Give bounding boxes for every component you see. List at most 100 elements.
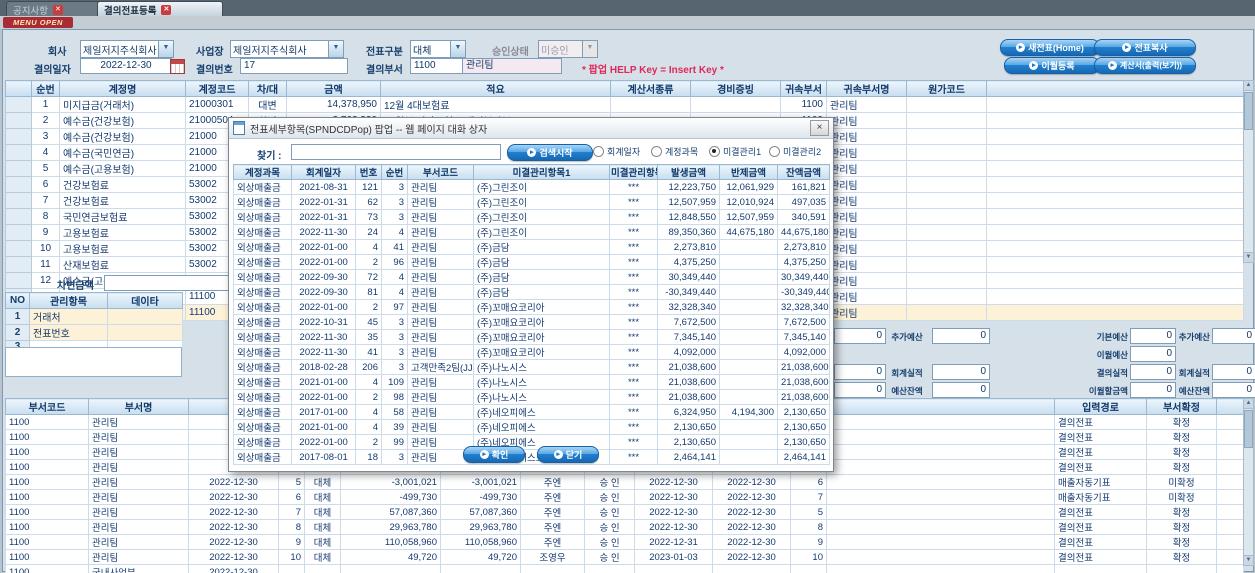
table-row[interactable]: 외상매출금 2021-08-31 121 3 관리팀 (주)그린조이 *** 12,223,7… <box>233 179 830 195</box>
site-select[interactable]: 제일저지주식회사 ▼ <box>230 40 344 58</box>
budget-field[interactable]: 0 <box>1130 328 1176 344</box>
table-row[interactable]: 1100 관리팀 2022-12-30 8 대체 29,963,780 29,963,780… <box>5 519 1244 535</box>
table-row[interactable]: 1100 관리팀 2022-12-30 10 대체 49,720 49,720 조영우 승 인2… <box>5 549 1244 565</box>
cell: 5 <box>31 160 60 177</box>
budget-field[interactable]: 0 <box>1212 382 1255 398</box>
bottom-grid-scrollbar[interactable]: ▲ ▼ <box>1243 398 1254 566</box>
cell: 2022-12-30 <box>712 534 791 550</box>
budget-field[interactable]: 0 <box>1212 328 1255 344</box>
cell <box>5 176 32 193</box>
date-input[interactable]: 2022-12-30 <box>80 58 172 74</box>
close-icon[interactable]: × <box>810 120 829 136</box>
radio-circle-icon[interactable] <box>593 146 604 157</box>
slip-type-select[interactable]: 대체 ▼ <box>410 40 466 58</box>
radio-pending-mgmt-1[interactable]: 미결관리1 <box>709 145 761 158</box>
carryover-register-button[interactable]: 이월등록 <box>1004 57 1100 74</box>
ok-button[interactable]: 확인 <box>463 446 525 463</box>
scrollbar-thumb[interactable] <box>1244 410 1253 448</box>
cell: 전표번호 <box>29 324 108 341</box>
tab-close-icon[interactable]: ✕ <box>161 4 172 15</box>
table-row[interactable]: 2 전표번호 <box>5 324 183 341</box>
table-row[interactable]: 1100 관리팀 2022-12-30 9 대체 110,058,960 110,058,9… <box>5 534 1244 550</box>
radio-pending-mgmt-2[interactable]: 미결관리2 <box>769 145 821 158</box>
table-row[interactable]: 1 미지급금(거래처) 21000301 대변 14,378,950 12월 4대보험료 1… <box>5 96 1244 113</box>
cell: 2022-12-30 <box>188 534 279 550</box>
budget-field[interactable]: 0 <box>834 364 886 380</box>
table-row[interactable]: 1100 관리팀 2022-12-30 5 대체 -3,001,021 -3,001,021… <box>5 474 1244 490</box>
budget-field[interactable]: 0 <box>932 382 990 398</box>
table-row[interactable]: 외상매출금 2021-01-00 4 39 관리팀 (주)네오피에스 *** 2,130,65… <box>233 419 830 435</box>
scroll-down-icon[interactable]: ▼ <box>1244 252 1253 262</box>
table-row[interactable]: 1100 관리팀 2022-12-30 6 대체 -499,730 -499,730 주엔 승 … <box>5 489 1244 505</box>
table-row[interactable]: 외상매출금 2017-01-00 4 58 관리팀 (주)네오피에스 *** 6,324,95… <box>233 404 830 420</box>
chevron-down-icon[interactable]: ▼ <box>328 41 343 57</box>
chevron-down-icon[interactable]: ▼ <box>158 41 173 57</box>
scroll-up-icon[interactable]: ▲ <box>1244 399 1253 409</box>
table-row[interactable]: 외상매출금 2022-01-00 4 41 관리팀 (주)금담 *** 2,273,810 2,… <box>233 239 830 255</box>
table-row[interactable]: 외상매출금 2022-01-00 2 98 관리팀 (주)나노시스 *** 21,038,60… <box>233 389 830 405</box>
copy-voucher-button[interactable]: 전표복사 <box>1094 39 1196 56</box>
table-row[interactable]: 1100 관리팀 2022-12-30 7 대체 57,087,360 57,087,360… <box>5 504 1244 520</box>
cell: 12,507,959 <box>719 209 778 225</box>
print-bill-button[interactable]: 계산서(출력(보기)) <box>1094 57 1196 74</box>
table-row[interactable]: 외상매출금 2022-01-00 2 97 관리팀 (주)꼬매요코리아 *** 32,328,… <box>233 299 830 315</box>
calendar-icon[interactable] <box>170 59 185 74</box>
cell: 2022-09-30 <box>291 269 356 285</box>
table-row[interactable]: 외상매출금 2022-01-31 62 3 관리팀 (주)그린조이 *** 12,507,95… <box>233 194 830 210</box>
radio-account-title[interactable]: 계정과목 <box>651 145 698 158</box>
new-voucher-button[interactable]: 새전표(Home) <box>1000 39 1100 56</box>
cell: 29,963,780 <box>440 519 521 535</box>
scrollbar-thumb[interactable] <box>1244 92 1253 130</box>
cell <box>107 324 183 341</box>
table-row[interactable]: 외상매출금 2022-09-30 72 4 관리팀 (주)금담 *** 30,349,440 3… <box>233 269 830 285</box>
cell: *** <box>609 389 658 405</box>
budget-field[interactable]: 0 <box>932 364 990 380</box>
table-row[interactable]: 1 거래처 <box>5 308 183 325</box>
tab-close-icon[interactable]: ✕ <box>52 4 63 15</box>
main-grid-scrollbar[interactable]: ▲ ▼ <box>1243 80 1254 263</box>
budget-field[interactable]: 0 <box>834 382 886 398</box>
budget-field[interactable]: 0 <box>1130 382 1176 398</box>
cell: 2022-01-31 <box>291 194 356 210</box>
cell: 21,038,600 <box>777 389 830 405</box>
budget-field[interactable]: 0 <box>1212 364 1255 380</box>
tab-voucher-register[interactable]: 결의전표등록 ✕ <box>97 1 223 17</box>
column-header: 귀속부서 <box>780 80 827 97</box>
radio-accounting-date[interactable]: 회계일자 <box>593 145 640 158</box>
voucher-no-input[interactable]: 17 <box>240 58 348 74</box>
cell: 예수금(건강보험) <box>59 128 186 145</box>
table-row[interactable]: 외상매출금 2022-11-30 24 4 관리팀 (주)그린조이 *** 89,350,36… <box>233 224 830 240</box>
cell: 대체 <box>304 534 341 550</box>
table-row[interactable]: 외상매출금 2021-01-00 4 109 관리팀 (주)나노시스 *** 21,038,6… <box>233 374 830 390</box>
radio-circle-icon[interactable] <box>651 146 662 157</box>
budget-field[interactable]: 0 <box>1130 346 1176 362</box>
budget-label: 추가예산 <box>1178 332 1210 342</box>
budget-field[interactable]: 0 <box>1130 364 1176 380</box>
table-row[interactable]: 외상매출금 2022-11-30 35 3 관리팀 (주)꼬매요코리아 *** 7,345,1… <box>233 329 830 345</box>
dialog-titlebar[interactable]: 전표세부항목(SPNDCDPop) 팝업 -- 웹 페이지 대화 상자 × <box>229 118 833 139</box>
table-row[interactable]: 외상매출금 2022-09-30 81 4 관리팀 (주)금담 *** -30,349,440… <box>233 284 830 300</box>
table-row[interactable]: 외상매출금 2022-10-31 45 3 관리팀 (주)꼬매요코리아 *** 7,672,5… <box>233 314 830 330</box>
tab-notice[interactable]: 공지사항 ✕ <box>6 1 108 17</box>
menu-open-button[interactable]: MENU OPEN <box>3 17 73 28</box>
dept-code-input[interactable]: 1100 <box>410 58 466 74</box>
cell: 2021-08-31 <box>291 179 356 195</box>
chevron-down-icon[interactable]: ▼ <box>450 41 465 57</box>
cell: 관리팀 <box>826 128 907 145</box>
radio-circle-icon[interactable] <box>769 146 780 157</box>
table-row[interactable]: 외상매출금 2018-02-28 206 3 고객만족2팀(JJ (주)나노시스 *** 21… <box>233 359 830 375</box>
close-button[interactable]: 닫기 <box>537 446 599 463</box>
budget-field[interactable]: 0 <box>834 328 886 344</box>
scroll-down-icon[interactable]: ▼ <box>1244 555 1253 565</box>
table-row[interactable]: 외상매출금 2022-01-00 2 96 관리팀 (주)금담 *** 4,375,250 4,… <box>233 254 830 270</box>
budget-label: 이월할금액 <box>1088 386 1128 396</box>
radio-circle-icon[interactable] <box>709 146 720 157</box>
search-start-button[interactable]: 검색시작 <box>507 144 593 161</box>
find-input[interactable] <box>291 144 501 160</box>
scroll-up-icon[interactable]: ▲ <box>1244 81 1253 91</box>
table-row[interactable]: 외상매출금 2022-01-31 73 3 관리팀 (주)그린조이 *** 12,848,55… <box>233 209 830 225</box>
company-select[interactable]: 제일저지주식회사 ▼ <box>80 40 174 58</box>
table-row[interactable]: 외상매출금 2022-11-30 41 3 관리팀 (주)꼬매요코리아 *** 4,092,0… <box>233 344 830 360</box>
budget-field[interactable]: 0 <box>932 328 990 344</box>
table-row[interactable]: 1100국내사업부2022-12-30 <box>5 564 1244 573</box>
